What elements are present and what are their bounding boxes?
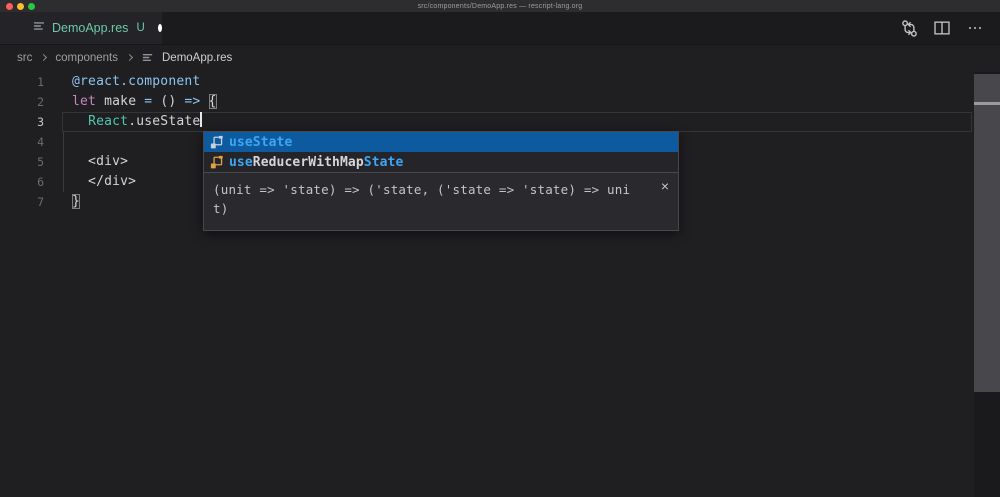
overview-ruler-cursor-mark (974, 102, 1000, 105)
editor-actions (899, 12, 1000, 44)
window-title: src/components/DemoApp.res — rescript-la… (0, 3, 1000, 10)
traffic-lights (0, 3, 35, 10)
unsaved-changes-dot[interactable] (158, 24, 162, 32)
open-changes-icon[interactable] (899, 18, 919, 38)
suggestion-useState[interactable]: useState (204, 132, 678, 152)
file-list-icon (32, 19, 46, 38)
code-text: React.useState (44, 112, 202, 132)
breadcrumb-item-components[interactable]: components (55, 52, 118, 64)
suggestion-label: useReducerWithMapState (229, 155, 403, 170)
scrollbar-thumb[interactable] (974, 74, 1000, 392)
line-number: 7 (0, 192, 44, 212)
window-titlebar: src/components/DemoApp.res — rescript-la… (0, 0, 1000, 12)
code-text (44, 132, 72, 152)
breadcrumb-item-file[interactable]: DemoApp.res (162, 52, 232, 64)
code-editor[interactable]: 1@react.component2let make = () => {3 Re… (0, 70, 1000, 497)
code-line-2[interactable]: 2let make = () => { (0, 92, 1000, 112)
code-text: </div> (44, 172, 136, 192)
symbol-class-icon (208, 154, 224, 170)
autocomplete-popup: useState useReducerWithMapState (unit =>… (203, 131, 679, 231)
code-line-1[interactable]: 1@react.component (0, 72, 1000, 92)
line-number: 3 (0, 112, 44, 132)
chevron-right-icon (40, 54, 47, 61)
breadcrumb: src components DemoApp.res (0, 45, 1000, 70)
code-text: @react.component (44, 72, 200, 92)
suggestion-useReducerWithMapState[interactable]: useReducerWithMapState (204, 152, 678, 172)
code-text: let make = () => { (44, 92, 217, 112)
code-line-3[interactable]: 3 React.useState (0, 112, 1000, 132)
code-text: } (44, 192, 80, 212)
close-icon[interactable]: × (661, 177, 669, 195)
zoom-window-button[interactable] (28, 3, 35, 10)
suggestion-label: useState (229, 135, 292, 150)
tab-demoapp[interactable]: DemoApp.res U (0, 12, 162, 44)
close-window-button[interactable] (6, 3, 13, 10)
line-number: 1 (0, 72, 44, 92)
git-status-badge: U (136, 22, 144, 34)
suggestion-docs-panel: (unit => 'state) => ('state, ('state => … (204, 172, 678, 230)
type-signature-line: t) (213, 199, 669, 218)
split-editor-icon[interactable] (932, 18, 952, 38)
suggestion-list: useState useReducerWithMapState (204, 132, 678, 172)
tab-bar: DemoApp.res U (0, 12, 1000, 45)
symbol-class-icon (208, 134, 224, 150)
line-number: 4 (0, 132, 44, 152)
line-number: 6 (0, 172, 44, 192)
editor-scrollbar[interactable] (974, 72, 1000, 497)
more-actions-icon[interactable] (965, 18, 985, 38)
text-cursor (200, 112, 202, 127)
code-text: <div> (44, 152, 128, 172)
line-number: 2 (0, 92, 44, 112)
file-list-icon (141, 51, 154, 64)
line-number: 5 (0, 152, 44, 172)
type-signature-line: (unit => 'state) => ('state, ('state => … (213, 180, 669, 199)
chevron-right-icon (126, 54, 133, 61)
tab-label: DemoApp.res (52, 21, 128, 35)
breadcrumb-item-src[interactable]: src (17, 52, 32, 64)
minimize-window-button[interactable] (17, 3, 24, 10)
